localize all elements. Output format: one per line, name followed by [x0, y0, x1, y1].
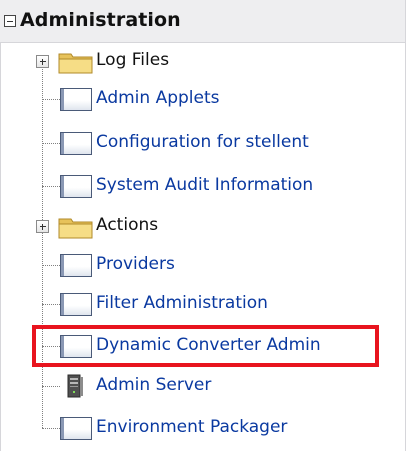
tree-item-providers[interactable]: Providers: [0, 245, 406, 285]
page-icon: [60, 417, 92, 440]
panel-title: Administration: [20, 9, 181, 31]
tree-item-label[interactable]: Admin Server: [96, 375, 211, 395]
tree-item-filter-administration[interactable]: Filter Administration: [0, 284, 406, 324]
page-icon: [60, 293, 92, 316]
expand-icon[interactable]: [36, 55, 49, 68]
tree-item-admin-server[interactable]: Admin Server: [0, 366, 406, 406]
page-icon: [60, 175, 92, 198]
tree-item-configuration-for-stellent[interactable]: Configuration for stellent: [0, 123, 406, 163]
folder-icon: [58, 218, 93, 239]
collapse-icon[interactable]: [4, 15, 16, 27]
page-icon: [60, 254, 92, 277]
tree-item-label[interactable]: Providers: [96, 254, 175, 274]
page-icon: [60, 88, 92, 111]
highlight-box: [32, 325, 379, 367]
panel-header[interactable]: Administration: [0, 0, 406, 43]
folder-icon: [58, 53, 93, 74]
tree-item-environment-packager[interactable]: Environment Packager: [0, 408, 406, 448]
tree-item-actions[interactable]: Actions: [0, 206, 406, 246]
expand-icon[interactable]: [36, 220, 49, 233]
tree-item-label[interactable]: System Audit Information: [96, 175, 313, 195]
tree-item-admin-applets[interactable]: Admin Applets: [0, 79, 406, 119]
tree-item-label: Actions: [96, 215, 159, 235]
server-icon: [67, 374, 83, 398]
tree-item-label[interactable]: Filter Administration: [96, 293, 268, 313]
tree-item-system-audit-information[interactable]: System Audit Information: [0, 166, 406, 206]
tree-item-label[interactable]: Configuration for stellent: [96, 132, 309, 152]
tree-item-label[interactable]: Admin Applets: [96, 88, 220, 108]
page-icon: [60, 132, 92, 155]
tree-item-log-files[interactable]: Log Files: [0, 41, 406, 81]
tree-item-label[interactable]: Environment Packager: [96, 417, 287, 437]
tree-item-label: Log Files: [96, 50, 170, 70]
